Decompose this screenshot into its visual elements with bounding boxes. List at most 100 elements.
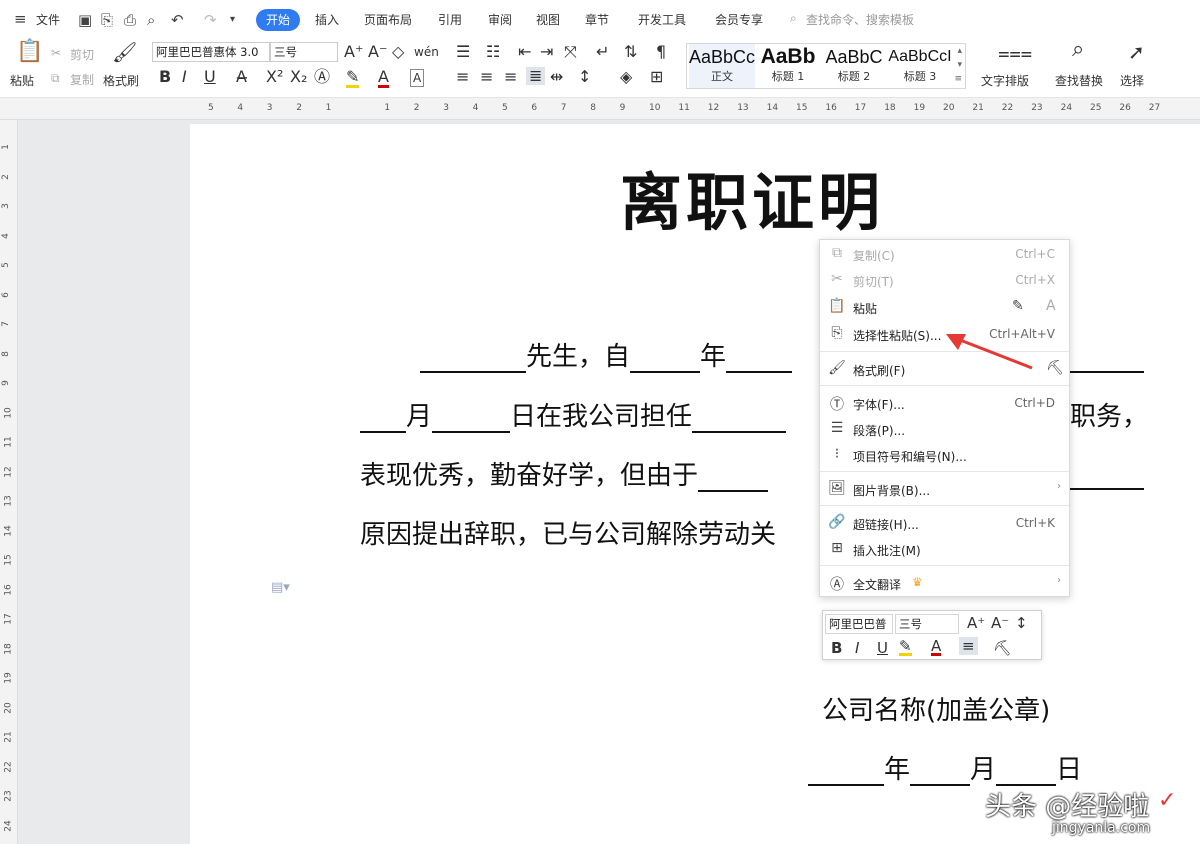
font-size-select[interactable]: 三号 — [270, 42, 338, 62]
copy-button[interactable]: 复制 — [70, 71, 94, 88]
tab-review[interactable]: 审阅 — [488, 11, 512, 28]
chinese-layout-icon[interactable]: ⤧ — [564, 44, 577, 60]
quick-access-dropdown-icon[interactable]: ▾ — [230, 14, 235, 25]
char-border-icon[interactable]: A — [410, 69, 425, 87]
vertical-ruler[interactable]: 1 2 3 4 5 6 7 8 9 10 11 12 13 14 15 16 17 18 19 20 21 22 23 24 — [0, 120, 18, 844]
mini-format-painter-icon[interactable]: ⛏ — [993, 639, 1012, 657]
file-menu[interactable]: 文件 — [36, 11, 60, 28]
subscript-icon[interactable]: X₂ — [290, 69, 307, 85]
paste-options-icon[interactable]: ▤▾ — [271, 580, 290, 595]
mini-italic-icon[interactable]: I — [855, 639, 859, 657]
ctx-paragraph[interactable]: ☰ 段落(P)... — [820, 417, 1069, 441]
ctx-copy[interactable]: ⧉ 复制(C) Ctrl+C — [820, 242, 1069, 266]
print-preview-icon[interactable]: ⌕ — [147, 11, 155, 29]
ctx-translate[interactable]: Ⓐ 全文翻译 ♛ › — [820, 571, 1069, 595]
sort-icon[interactable]: ⇅ — [624, 44, 637, 60]
mini-line-spacing-icon[interactable]: ↕ — [1015, 614, 1028, 632]
ctx-font[interactable]: Ⓣ 字体(F)... Ctrl+D — [820, 391, 1069, 415]
ctx-cut-shortcut: Ctrl+X — [1015, 273, 1055, 287]
pilcrow-icon[interactable]: ¶ — [656, 44, 666, 60]
line-spacing-icon[interactable]: ↕ — [578, 69, 591, 85]
paste-button[interactable]: 粘贴 — [10, 72, 34, 89]
bullets-icon[interactable]: ☰ — [456, 44, 470, 60]
paste-text-only-icon[interactable]: A — [1046, 298, 1056, 314]
paste-icon[interactable]: 📋 — [16, 41, 43, 63]
redo-icon[interactable]: ↷ — [204, 11, 217, 29]
ctx-hyperlink[interactable]: 🔗 超链接(H)... Ctrl+K — [820, 511, 1069, 535]
underline-icon[interactable]: U — [204, 69, 216, 85]
style-normal[interactable]: AaBbCc 正文 — [689, 44, 755, 88]
align-left-icon[interactable]: ≡ — [456, 69, 469, 85]
vruler-tick: 1 — [0, 144, 11, 150]
ctx-paste[interactable]: 📋 粘贴 ✎ A — [820, 295, 1069, 319]
ctx-cut[interactable]: ✂ 剪切(T) Ctrl+X — [820, 268, 1069, 292]
tab-developer[interactable]: 开发工具 — [638, 11, 686, 28]
mini-font-size-select[interactable]: 三号 — [895, 614, 959, 634]
cut-button[interactable]: 剪切 — [70, 46, 94, 63]
mini-shrink-font-icon[interactable]: A⁻ — [991, 614, 1009, 632]
mini-align-icon[interactable]: ≡ — [959, 637, 978, 655]
ctx-insert-comment[interactable]: ⊞ 插入批注(M) — [820, 537, 1069, 561]
shrink-font-icon[interactable]: A⁻ — [368, 44, 387, 60]
format-painter-button[interactable]: 格式刷 — [103, 72, 139, 89]
align-center-icon[interactable]: ≡ — [480, 69, 493, 85]
ruler-tick: 20 — [943, 103, 955, 113]
styles-more-icon[interactable]: ≡ — [954, 74, 962, 84]
text-effect-icon[interactable]: Ⓐ — [314, 69, 330, 85]
borders-icon[interactable]: ⊞ — [650, 69, 663, 85]
tab-insert[interactable]: 插入 — [315, 11, 339, 28]
horizontal-ruler[interactable]: 5 4 3 2 1 1 2 3 4 5 6 7 8 9 10 11 12 13 14 15 16 17 18 19 20 21 22… — [0, 98, 1200, 120]
select-button[interactable]: 选择 — [1120, 72, 1144, 89]
mini-font-name-select[interactable]: 阿里巴巴普 — [825, 614, 893, 634]
numbering-icon[interactable]: ☷ — [486, 44, 500, 60]
superscript-icon[interactable]: X² — [266, 69, 283, 85]
mini-underline-icon[interactable]: U — [877, 639, 888, 657]
style-heading1-label: 标题 1 — [771, 70, 805, 83]
save-icon[interactable]: ▣ — [78, 11, 92, 29]
italic-icon[interactable]: I — [182, 69, 187, 85]
styles-scroll-up-icon[interactable]: ▴ — [957, 46, 962, 56]
paste-keep-format-icon[interactable]: ✎ — [1012, 298, 1024, 314]
find-replace-button[interactable]: 查找替换 — [1055, 72, 1103, 89]
font-color-icon[interactable]: A — [378, 69, 389, 88]
show-marks-icon[interactable]: ↵ — [596, 44, 609, 60]
print-icon[interactable]: ⎙ — [124, 11, 136, 29]
styles-scroll-down-icon[interactable]: ▾ — [957, 60, 962, 70]
phonetic-icon[interactable]: wén — [414, 44, 439, 60]
justify-icon[interactable]: ≣ — [526, 67, 546, 85]
tab-references[interactable]: 引用 — [438, 11, 462, 28]
strikethrough-icon[interactable]: A̶ — [236, 69, 247, 85]
hamburger-icon[interactable]: ≡ — [14, 10, 27, 28]
style-heading2[interactable]: AaBbC 标题 2 — [821, 44, 887, 88]
tab-view[interactable]: 视图 — [536, 11, 560, 28]
distribute-icon[interactable]: ⇹ — [550, 69, 563, 85]
font-name-select[interactable]: 阿里巴巴普惠体 3.0 — [152, 42, 270, 62]
text-layout-button[interactable]: 文字排版 — [981, 72, 1029, 89]
ruler-tick: 2 — [296, 103, 302, 113]
decrease-indent-icon[interactable]: ⇤ — [518, 44, 531, 60]
shading-icon[interactable]: ◈ — [620, 69, 632, 85]
undo-icon[interactable]: ↶ — [171, 11, 184, 29]
mini-highlight-icon[interactable]: ✎ — [899, 639, 912, 656]
ctx-bullets-numbering[interactable]: ⁝ 项目符号和编号(N)... — [820, 443, 1069, 467]
tab-page-layout[interactable]: 页面布局 — [364, 11, 412, 28]
mini-font-color-icon[interactable]: A — [931, 639, 942, 656]
export-pdf-icon[interactable]: ⎘ — [101, 11, 113, 29]
tab-member[interactable]: 会员专享 — [715, 11, 763, 28]
highlight-icon[interactable]: ✎ — [346, 69, 360, 88]
command-search-input[interactable]: 查找命令、搜索模板 — [806, 11, 914, 28]
increase-indent-icon[interactable]: ⇥ — [540, 44, 553, 60]
tab-section[interactable]: 章节 — [585, 11, 609, 28]
mini-grow-font-icon[interactable]: A⁺ — [967, 614, 985, 632]
mini-bold-icon[interactable]: B — [831, 639, 842, 657]
ctx-separator — [820, 471, 1069, 472]
style-heading3[interactable]: AaBbCcI 标题 3 — [887, 44, 953, 88]
style-heading1[interactable]: AaBb 标题 1 — [755, 44, 821, 88]
align-right-icon[interactable]: ≡ — [504, 69, 517, 85]
format-painter-quick-icon[interactable]: ⛏ — [1046, 360, 1064, 376]
bold-icon[interactable]: B — [159, 69, 171, 85]
grow-font-icon[interactable]: A⁺ — [344, 44, 363, 60]
tab-home[interactable]: 开始 — [256, 9, 300, 31]
ctx-picture-background[interactable]: 🖼 图片背景(B)... › — [820, 477, 1069, 501]
clear-format-icon[interactable]: ◇ — [392, 44, 404, 60]
